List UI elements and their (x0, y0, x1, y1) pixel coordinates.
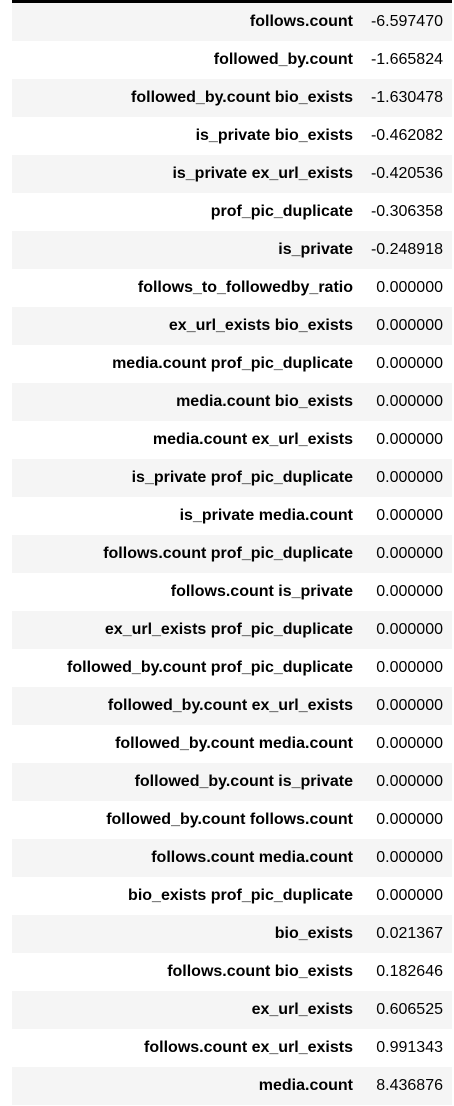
table-row: follows_to_followedby_ratio 0.000000 (12, 269, 452, 307)
row-value: 0.000000 (376, 431, 443, 448)
row-index-label: is_private bio_exists (195, 127, 353, 144)
row-index-label: followed_by.count media.count (115, 735, 353, 752)
row-value: 0.000000 (376, 811, 443, 828)
table-row: media.count bio_exists 0.000000 (12, 383, 452, 421)
row-index-label: followed_by.count ex_url_exists (107, 697, 353, 714)
row-index-label: follows.count prof_pic_duplicate (103, 545, 353, 562)
row-value: -0.462082 (370, 127, 443, 144)
row-value: 0.000000 (376, 621, 443, 638)
row-index-label: media.count (258, 1077, 353, 1094)
row-value: 0.000000 (376, 697, 443, 714)
table-row: followed_by.count media.count 0.000000 (12, 725, 452, 763)
row-index-label: followed_by.count prof_pic_duplicate (67, 659, 353, 676)
row-value: 0.991343 (376, 1039, 443, 1056)
row-index-label: bio_exists prof_pic_duplicate (128, 887, 353, 904)
dataframe-output: follows.count -6.597470 followed_by.coun… (0, 0, 452, 1105)
row-index-label: follows.count ex_url_exists (144, 1039, 353, 1056)
row-value: 0.000000 (376, 887, 443, 904)
table-top-border (12, 0, 452, 3)
row-index-label: follows.count (249, 13, 353, 30)
row-index-label: follows.count media.count (151, 849, 353, 866)
row-index-label: is_private (278, 241, 353, 258)
table-row: bio_exists 0.021367 (12, 915, 452, 953)
table-row: followed_by.count ex_url_exists 0.000000 (12, 687, 452, 725)
row-index-label: bio_exists (274, 925, 353, 942)
row-value: 0.000000 (376, 659, 443, 676)
row-value: 8.436876 (376, 1077, 443, 1094)
table-row: follows.count prof_pic_duplicate 0.00000… (12, 535, 452, 573)
table-row: followed_by.count follows.count 0.000000 (12, 801, 452, 839)
row-value: 0.000000 (376, 279, 443, 296)
table-row: is_private ex_url_exists -0.420536 (12, 155, 452, 193)
row-value: 0.182646 (376, 963, 443, 980)
row-index-label: follows_to_followedby_ratio (137, 279, 353, 296)
table-row: follows.count is_private 0.000000 (12, 573, 452, 611)
table-row: media.count ex_url_exists 0.000000 (12, 421, 452, 459)
row-index-label: is_private prof_pic_duplicate (131, 469, 353, 486)
table-row: followed_by.count -1.665824 (12, 41, 452, 79)
table-row: prof_pic_duplicate -0.306358 (12, 193, 452, 231)
row-value: 0.000000 (376, 583, 443, 600)
row-value: 0.000000 (376, 507, 443, 524)
row-value: -6.597470 (370, 13, 443, 30)
row-value: 0.606525 (376, 1001, 443, 1018)
row-index-label: prof_pic_duplicate (210, 203, 353, 220)
table-row: bio_exists prof_pic_duplicate 0.000000 (12, 877, 452, 915)
row-value: -0.248918 (370, 241, 443, 258)
row-value: -0.420536 (370, 165, 443, 182)
row-value: 0.000000 (376, 393, 443, 410)
row-value: -1.630478 (370, 89, 443, 106)
table-row: followed_by.count prof_pic_duplicate 0.0… (12, 649, 452, 687)
row-value: 0.000000 (376, 317, 443, 334)
table-row: follows.count ex_url_exists 0.991343 (12, 1029, 452, 1067)
table-row: ex_url_exists 0.606525 (12, 991, 452, 1029)
row-index-label: followed_by.count follows.count (106, 811, 353, 828)
table-row: ex_url_exists prof_pic_duplicate 0.00000… (12, 611, 452, 649)
row-value: 0.000000 (376, 355, 443, 372)
row-value: 0.000000 (376, 773, 443, 790)
row-index-label: is_private media.count (179, 507, 353, 524)
row-index-label: ex_url_exists (251, 1001, 353, 1018)
table-row: follows.count bio_exists 0.182646 (12, 953, 452, 991)
row-index-label: ex_url_exists prof_pic_duplicate (104, 621, 353, 638)
row-value: -1.665824 (370, 51, 443, 68)
row-index-label: media.count prof_pic_duplicate (112, 355, 353, 372)
table-row: ex_url_exists bio_exists 0.000000 (12, 307, 452, 345)
row-index-label: media.count bio_exists (176, 393, 353, 410)
row-index-label: media.count ex_url_exists (152, 431, 353, 448)
row-value: 0.000000 (376, 545, 443, 562)
row-value: 0.021367 (376, 925, 443, 942)
row-index-label: follows.count bio_exists (167, 963, 353, 980)
table-row: followed_by.count bio_exists -1.630478 (12, 79, 452, 117)
table-row: is_private prof_pic_duplicate 0.000000 (12, 459, 452, 497)
table-row: media.count prof_pic_duplicate 0.000000 (12, 345, 452, 383)
row-value: 0.000000 (376, 735, 443, 752)
row-index-label: followed_by.count (213, 51, 353, 68)
row-value: 0.000000 (376, 469, 443, 486)
table-body: follows.count -6.597470 followed_by.coun… (12, 3, 452, 1105)
table-row: followed_by.count is_private 0.000000 (12, 763, 452, 801)
row-value: 0.000000 (376, 849, 443, 866)
row-index-label: follows.count is_private (170, 583, 353, 600)
table-row: is_private -0.248918 (12, 231, 452, 269)
table-row: follows.count media.count 0.000000 (12, 839, 452, 877)
table-row: media.count 8.436876 (12, 1067, 452, 1105)
table-row: is_private bio_exists -0.462082 (12, 117, 452, 155)
row-index-label: followed_by.count is_private (134, 773, 353, 790)
table-row: is_private media.count 0.000000 (12, 497, 452, 535)
series-table: follows.count -6.597470 followed_by.coun… (12, 3, 452, 1105)
row-index-label: ex_url_exists bio_exists (168, 317, 353, 334)
row-value: -0.306358 (370, 203, 443, 220)
row-index-label: followed_by.count bio_exists (131, 89, 353, 106)
row-index-label: is_private ex_url_exists (172, 165, 353, 182)
table-row: follows.count -6.597470 (12, 3, 452, 41)
